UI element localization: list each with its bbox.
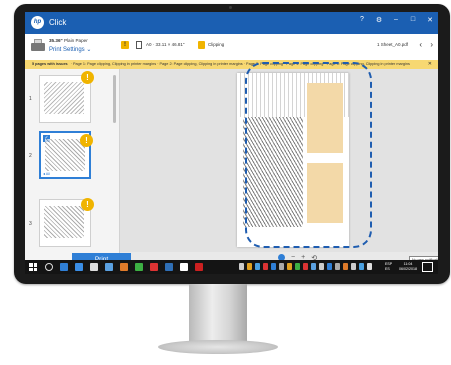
- file-explorer-icon[interactable]: [75, 263, 83, 271]
- language-indicator[interactable]: ESP ES: [385, 262, 392, 271]
- title-bar: hp Click ? ⚙ – □ ✕: [25, 12, 438, 34]
- settings-button[interactable]: ⚙: [375, 16, 383, 24]
- printer-icon[interactable]: [31, 39, 45, 53]
- tray-icon[interactable]: [239, 263, 244, 270]
- app-icon[interactable]: [165, 263, 173, 271]
- warning-icon[interactable]: !: [80, 134, 93, 147]
- help-button[interactable]: ?: [358, 16, 366, 24]
- print-settings-link[interactable]: Print Settings ⌄: [49, 46, 91, 53]
- webcam: [229, 6, 232, 9]
- app-icon[interactable]: [105, 263, 113, 271]
- minimize-button[interactable]: –: [392, 16, 400, 24]
- tray-icon[interactable]: [303, 263, 308, 270]
- tray-icon[interactable]: [255, 263, 260, 270]
- thumbnail-link[interactable]: ◂ All: [43, 171, 50, 176]
- clipping-label[interactable]: Clipping: [208, 42, 224, 47]
- acrobat-icon[interactable]: [195, 263, 203, 271]
- page-number: 3: [29, 221, 32, 227]
- tray-icon[interactable]: [335, 263, 340, 270]
- windows-start-icon[interactable]: [29, 263, 37, 271]
- close-button[interactable]: ✕: [426, 16, 434, 24]
- thumbnail-drawing: [44, 82, 84, 114]
- store-icon[interactable]: [90, 263, 98, 271]
- toolbar: 35.36" Plain Paper Print Settings ⌄ ! A0…: [25, 34, 438, 61]
- issues-close-button[interactable]: ✕: [428, 60, 432, 69]
- tray-icon[interactable]: [359, 263, 364, 270]
- issues-count: 5 pages with issues: [32, 62, 68, 66]
- tray-icon[interactable]: [263, 263, 268, 270]
- hp-logo-icon: hp: [31, 16, 44, 29]
- app-icon[interactable]: [180, 263, 188, 271]
- highlight-outline: [245, 62, 372, 248]
- screen: hp Click ? ⚙ – □ ✕ 35.36" Plain Paper Pr…: [25, 12, 438, 274]
- issues-bar: 5 pages with issues · Page 1: Page clippi…: [25, 60, 438, 69]
- monitor-stand-base: [158, 340, 278, 354]
- clock[interactable]: 11:04 06/02/2018: [399, 262, 417, 271]
- notification-icon[interactable]: [422, 262, 433, 272]
- warning-icon[interactable]: !: [81, 198, 94, 211]
- edge-icon[interactable]: [60, 263, 68, 271]
- tray-icon[interactable]: [287, 263, 292, 270]
- page-number: 1: [29, 96, 32, 102]
- page-thumbnails-sidebar: 1 ! ✓ ◂ All 2 ! 3 !: [25, 69, 120, 260]
- app-title: Click: [49, 18, 67, 27]
- app-icon[interactable]: [150, 263, 158, 271]
- tray-icon[interactable]: [343, 263, 348, 270]
- app-icon[interactable]: [120, 263, 128, 271]
- thumbnail-drawing: [44, 206, 84, 238]
- file-name: 1 Sheet_A0.pdf: [376, 42, 408, 47]
- page-number: 2: [29, 153, 32, 159]
- tray-icon[interactable]: [279, 263, 284, 270]
- tray-icon[interactable]: [247, 263, 252, 270]
- warning-icon[interactable]: !: [81, 71, 94, 84]
- chrome-icon[interactable]: [135, 263, 143, 271]
- paper-size[interactable]: A0 · 33.11 × 46.81": [146, 42, 184, 47]
- scrollbar[interactable]: [113, 75, 116, 123]
- monitor-stand-neck: [189, 284, 247, 344]
- tray-icon[interactable]: [319, 263, 324, 270]
- volume-icon[interactable]: [367, 263, 372, 270]
- taskbar: ESP ES 11:04 06/02/2018: [25, 260, 438, 274]
- maximize-button[interactable]: □: [409, 16, 417, 24]
- thumbnail-drawing: [45, 139, 85, 171]
- tray-icon[interactable]: [311, 263, 316, 270]
- monitor-bezel: hp Click ? ⚙ – □ ✕ 35.36" Plain Paper Pr…: [14, 4, 450, 284]
- clipping-icon: [198, 41, 205, 49]
- tray-icon[interactable]: [327, 263, 332, 270]
- prev-file-button[interactable]: ‹: [419, 40, 422, 49]
- warning-icon[interactable]: !: [121, 41, 129, 49]
- printer-name: 35.36" Plain Paper: [49, 38, 88, 43]
- next-file-button[interactable]: ›: [430, 40, 433, 49]
- window-controls: ? ⚙ – □ ✕: [358, 16, 434, 24]
- page-size-icon: [136, 41, 142, 49]
- tray-icon[interactable]: [295, 263, 300, 270]
- tray-icon[interactable]: [271, 263, 276, 270]
- search-icon[interactable]: [45, 263, 53, 271]
- tray-icon[interactable]: [351, 263, 356, 270]
